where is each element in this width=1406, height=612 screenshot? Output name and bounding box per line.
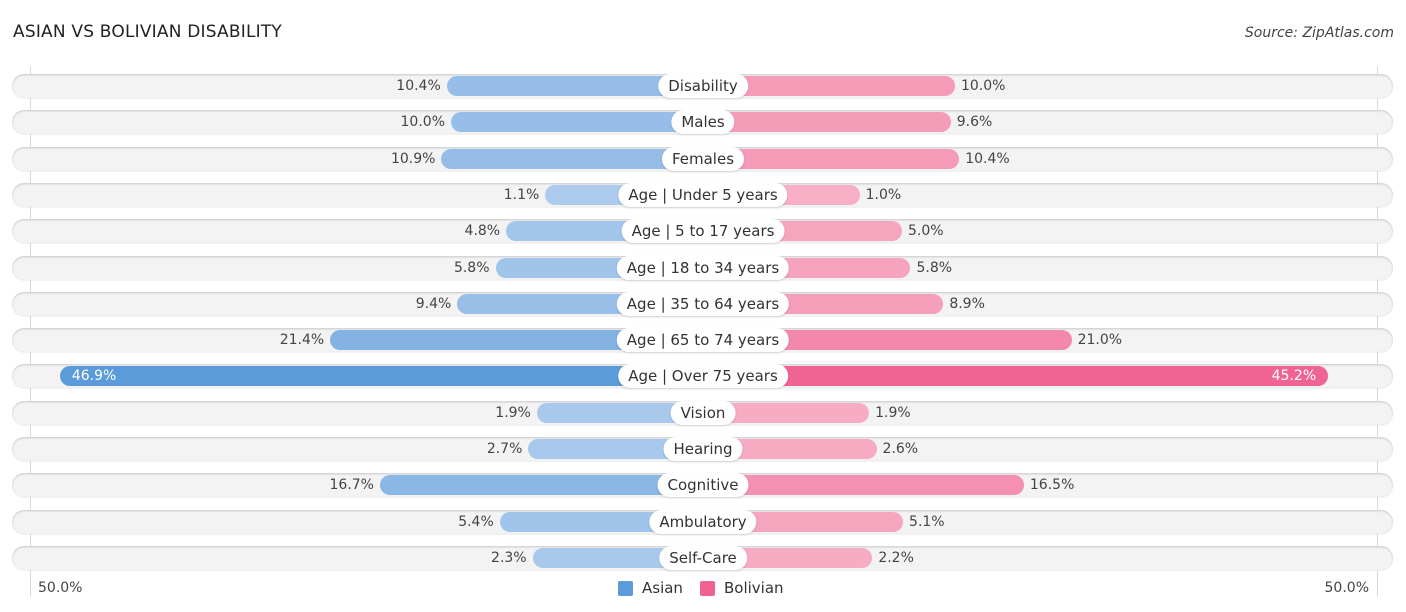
legend-swatch-asian [618, 580, 633, 596]
value-label-bolivian: 2.6% [882, 441, 919, 457]
legend-item-bolivian[interactable]: Bolivian [700, 578, 784, 598]
category-label: Disability [658, 74, 748, 98]
value-label-asian: 46.9% [71, 368, 117, 385]
value-label-bolivian: 10.4% [965, 150, 1010, 167]
category-label: Age | 65 to 74 years [616, 328, 790, 353]
chart-row: Self-Care 2.3% 2.2% [12, 545, 1393, 570]
chart-row: Age | Over 75 years 46.9% 45.2% [12, 364, 1393, 389]
value-label-asian: 5.8% [453, 259, 490, 276]
category-label: Vision [670, 400, 736, 425]
value-label-asian: 10.4% [396, 78, 441, 94]
value-label-asian: 4.8% [464, 223, 501, 240]
value-label-bolivian: 2.2% [878, 549, 914, 566]
category-label: Self-Care [659, 545, 747, 570]
legend-label-asian: Asian [642, 579, 683, 597]
chart-row: Disability 10.4% 10.0% [12, 74, 1393, 98]
value-label-bolivian: 9.6% [956, 114, 993, 131]
category-label: Age | 18 to 34 years [616, 255, 790, 280]
value-label-bolivian: 16.5% [1029, 477, 1075, 494]
chart-row: Age | 35 to 64 years 9.4% 8.9% [12, 291, 1393, 316]
chart-rows: Disability 10.4% 10.0% Males 10.0% 9.6% Female… [0, 0, 1406, 612]
value-label-asian: 1.9% [495, 404, 531, 421]
value-label-bolivian: 5.0% [908, 223, 944, 240]
chart-row: Age | 5 to 17 years 4.8% 5.0% [12, 219, 1393, 244]
chart-row: Females 10.9% 10.4% [12, 146, 1393, 171]
value-label-asian: 10.0% [400, 114, 445, 131]
value-label-bolivian: 21.0% [1077, 332, 1123, 349]
bar-bolivian[interactable] [703, 366, 1329, 387]
legend: Asian Bolivian [0, 578, 1406, 598]
value-label-asian: 5.4% [458, 513, 494, 530]
chart-row: Hearing 2.7% 2.6% [12, 437, 1393, 461]
category-label: Age | Under 5 years [618, 182, 788, 207]
value-label-asian: 1.1% [503, 186, 540, 203]
bar-asian[interactable] [451, 112, 703, 133]
category-label: Females [661, 146, 745, 171]
value-label-asian: 2.3% [491, 549, 527, 566]
value-label-bolivian: 1.9% [875, 404, 911, 421]
category-label: Males [671, 110, 735, 135]
bar-bolivian[interactable] [703, 112, 951, 133]
value-label-bolivian: 10.0% [961, 78, 1006, 94]
legend-item-asian[interactable]: Asian [618, 578, 683, 598]
chart-row: Age | 18 to 34 years 5.8% 5.8% [12, 255, 1393, 280]
value-label-bolivian: 8.9% [949, 295, 985, 312]
legend-label-bolivian: Bolivian [724, 579, 784, 597]
chart-row: Males 10.0% 9.6% [12, 110, 1393, 135]
bar-asian[interactable] [379, 475, 703, 496]
category-label: Cognitive [657, 473, 749, 498]
chart-row: Vision 1.9% 1.9% [12, 400, 1393, 425]
legend-swatch-bolivian [700, 580, 715, 596]
value-label-bolivian: 5.1% [909, 513, 945, 530]
value-label-bolivian: 5.8% [916, 259, 953, 276]
category-label: Hearing [663, 437, 743, 461]
bar-asian[interactable] [59, 366, 703, 387]
category-label: Age | 35 to 64 years [616, 291, 790, 316]
value-label-asian: 2.7% [486, 441, 523, 457]
category-label: Ambulatory [649, 509, 757, 534]
chart-row: Age | 65 to 74 years 21.4% 21.0% [12, 328, 1393, 353]
bar-bolivian[interactable] [703, 475, 1024, 496]
category-label: Age | 5 to 17 years [621, 219, 785, 244]
chart-row: Cognitive 16.7% 16.5% [12, 473, 1393, 498]
value-label-bolivian: 1.0% [865, 186, 902, 203]
category-label: Age | Over 75 years [618, 364, 788, 389]
value-label-bolivian: 45.2% [1271, 368, 1317, 385]
value-label-asian: 21.4% [279, 332, 325, 349]
chart-row: Ambulatory 5.4% 5.1% [12, 509, 1393, 534]
value-label-asian: 16.7% [329, 477, 374, 494]
value-label-asian: 9.4% [415, 295, 452, 312]
value-label-asian: 10.9% [390, 150, 436, 167]
chart-row: Age | Under 5 years 1.1% 1.0% [12, 182, 1393, 207]
